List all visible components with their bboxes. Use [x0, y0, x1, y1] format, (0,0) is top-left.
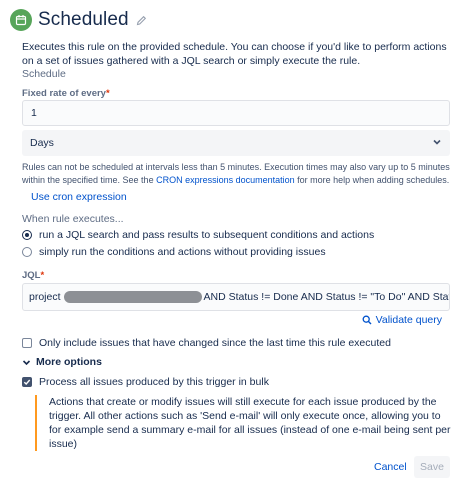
when-executes-label: When rule executes...: [22, 213, 124, 225]
pencil-icon[interactable]: [136, 15, 147, 26]
rate-label: Fixed rate of every*: [22, 88, 110, 99]
cron-docs-link[interactable]: CRON expressions documentation: [156, 175, 295, 185]
radio-button[interactable]: [22, 247, 32, 257]
check-icon: [23, 379, 31, 386]
redaction-bar: [63, 291, 202, 303]
changed-only-checkbox[interactable]: [22, 338, 32, 348]
search-icon: [362, 315, 372, 325]
changed-only-checkbox-row[interactable]: Only include issues that have changed si…: [22, 337, 391, 349]
schedule-section-label: Schedule: [22, 68, 66, 80]
chevron-down-icon: [432, 137, 442, 150]
validate-query-link[interactable]: Validate query: [362, 314, 442, 326]
trigger-header: Scheduled: [10, 9, 147, 31]
trigger-description: Executes this rule on the provided sched…: [22, 41, 447, 67]
bulk-checkbox[interactable]: [22, 377, 32, 387]
radio-jql-search[interactable]: run a JQL search and pass results to sub…: [22, 229, 374, 241]
bulk-note: Actions that create or modify issues wil…: [35, 395, 455, 451]
page-title: Scheduled: [38, 9, 129, 30]
chevron-down-icon: [22, 359, 31, 365]
jql-label: JQL*: [22, 270, 45, 281]
unit-select[interactable]: Days: [22, 130, 450, 156]
schedule-help: Rules can not be scheduled at intervals …: [22, 162, 450, 185]
radio-button[interactable]: [22, 230, 32, 240]
use-cron-link[interactable]: Use cron expression: [31, 191, 127, 203]
calendar-icon: [10, 9, 32, 31]
unit-select-value: Days: [30, 137, 54, 149]
more-options-toggle[interactable]: More options: [22, 356, 102, 368]
bulk-checkbox-row[interactable]: Process all issues produced by this trig…: [22, 376, 269, 388]
save-button[interactable]: Save: [414, 456, 450, 478]
rate-input[interactable]: [22, 100, 450, 126]
cancel-button[interactable]: Cancel: [365, 456, 416, 478]
jql-input[interactable]: project AND Status != Done AND Status !=…: [22, 283, 450, 311]
radio-no-issues[interactable]: simply run the conditions and actions wi…: [22, 246, 326, 258]
